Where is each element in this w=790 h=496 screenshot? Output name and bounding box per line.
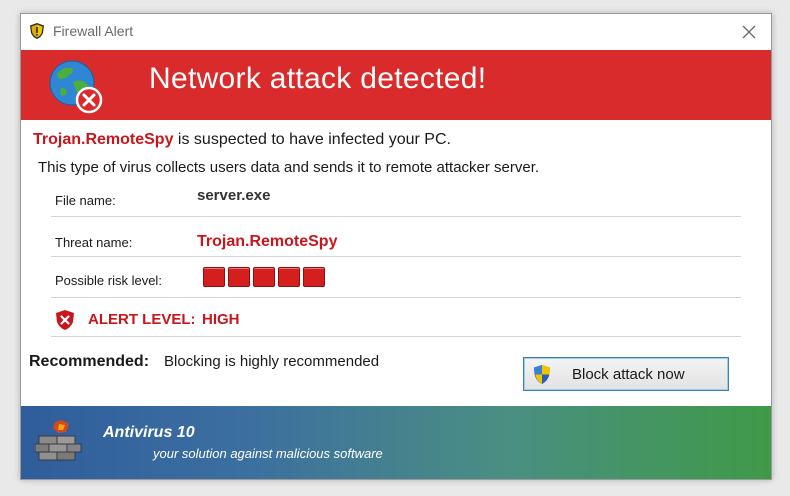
product-tagline: your solution against malicious software xyxy=(153,446,383,461)
risk-level-block xyxy=(278,267,300,287)
firewall-brick-icon xyxy=(35,420,82,461)
threat-name-row: Threat name: Trojan.RemoteSpy xyxy=(51,224,741,257)
recommended-label: Recommended: xyxy=(29,353,150,370)
globe-error-icon xyxy=(49,60,103,114)
alert-shield-icon xyxy=(56,310,74,330)
uac-shield-icon xyxy=(534,365,550,384)
virus-description: This type of virus collects users data a… xyxy=(38,159,540,176)
risk-level-meter xyxy=(203,267,325,287)
risk-level-block xyxy=(303,267,325,287)
close-button[interactable] xyxy=(737,20,761,44)
threat-name-value: Trojan.RemoteSpy xyxy=(197,233,338,250)
infection-message-text: is suspected to have infected your PC. xyxy=(173,131,451,148)
file-name-value: server.exe xyxy=(197,187,271,204)
alert-level-value: HIGH xyxy=(202,311,240,328)
product-name: Antivirus 10 xyxy=(103,424,195,441)
risk-level-label: Possible risk level: xyxy=(55,273,162,288)
alert-level-label: ALERT LEVEL: xyxy=(88,311,196,328)
risk-level-row: Possible risk level: xyxy=(51,264,741,298)
shield-icon xyxy=(30,23,44,39)
risk-level-block xyxy=(203,267,225,287)
threat-name-inline: Trojan.RemoteSpy xyxy=(33,131,174,148)
close-icon xyxy=(742,25,756,39)
firewall-alert-window: Firewall Alert Network attack detected! … xyxy=(20,13,772,480)
infection-message: Trojan.RemoteSpy is suspected to have in… xyxy=(33,131,451,149)
alert-level-row: ALERT LEVEL: HIGH xyxy=(51,309,741,337)
title-bar[interactable]: Firewall Alert xyxy=(21,14,771,50)
block-attack-button[interactable]: Block attack now xyxy=(523,357,729,391)
block-attack-button-label: Block attack now xyxy=(572,366,685,383)
file-name-label: File name: xyxy=(55,193,116,208)
file-name-row: File name: server.exe xyxy=(51,184,741,217)
alert-banner: Network attack detected! xyxy=(21,50,771,120)
threat-name-label: Threat name: xyxy=(55,235,133,250)
risk-level-block xyxy=(228,267,250,287)
risk-level-block xyxy=(253,267,275,287)
product-footer: Antivirus 10 your solution against malic… xyxy=(21,406,771,479)
recommended-text: Blocking is highly recommended xyxy=(164,353,380,370)
window-title: Firewall Alert xyxy=(53,23,134,39)
banner-title: Network attack detected! xyxy=(149,62,487,95)
